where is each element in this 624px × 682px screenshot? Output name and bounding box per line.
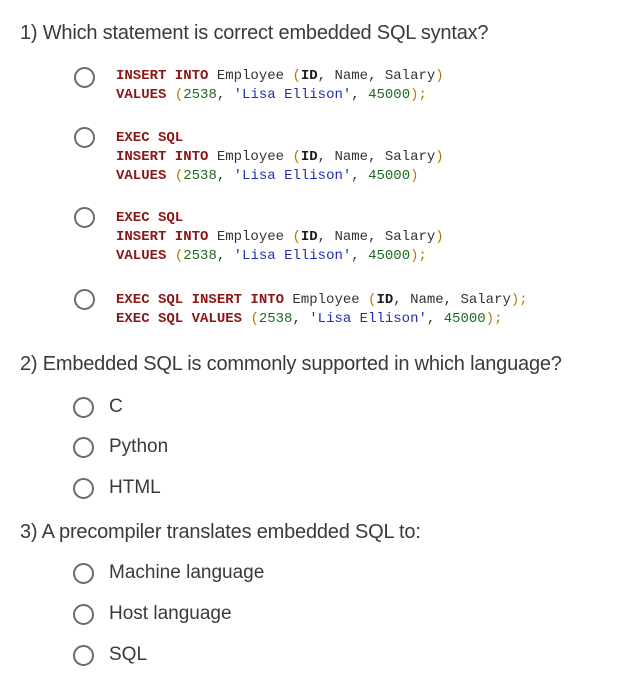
radio-button[interactable]: [73, 437, 94, 458]
radio-button[interactable]: [73, 645, 94, 666]
radio-button[interactable]: [74, 207, 95, 228]
q1-option-b-code: EXEC SQL INSERT INTO Employee (ID, Name,…: [116, 130, 444, 184]
question-3-title: 3) A precompiler translates embedded SQL…: [20, 521, 421, 543]
option-label: HTML: [109, 477, 161, 498]
radio-button[interactable]: [74, 127, 95, 148]
option-label: C: [109, 396, 123, 417]
option-label: Host language: [109, 603, 232, 624]
option-label: SQL: [109, 644, 148, 665]
radio-button[interactable]: [73, 397, 94, 418]
radio-button[interactable]: [73, 563, 94, 584]
q1-option-d-code: EXEC SQL INSERT INTO Employee (ID, Name,…: [116, 292, 528, 327]
radio-button[interactable]: [74, 67, 95, 88]
option-label: Python: [109, 436, 169, 457]
radio-button[interactable]: [74, 289, 95, 310]
q1-option-a-code: INSERT INTO Employee (ID, Name, Salary) …: [116, 68, 444, 103]
question-2-title: 2) Embedded SQL is commonly supported in…: [20, 353, 562, 375]
radio-button[interactable]: [73, 604, 94, 625]
option-label: Machine language: [109, 562, 265, 583]
radio-button[interactable]: [73, 478, 94, 499]
q1-option-c-code: EXEC SQL INSERT INTO Employee (ID, Name,…: [116, 210, 444, 264]
question-1-title: 1) Which statement is correct embedded S…: [20, 22, 489, 44]
